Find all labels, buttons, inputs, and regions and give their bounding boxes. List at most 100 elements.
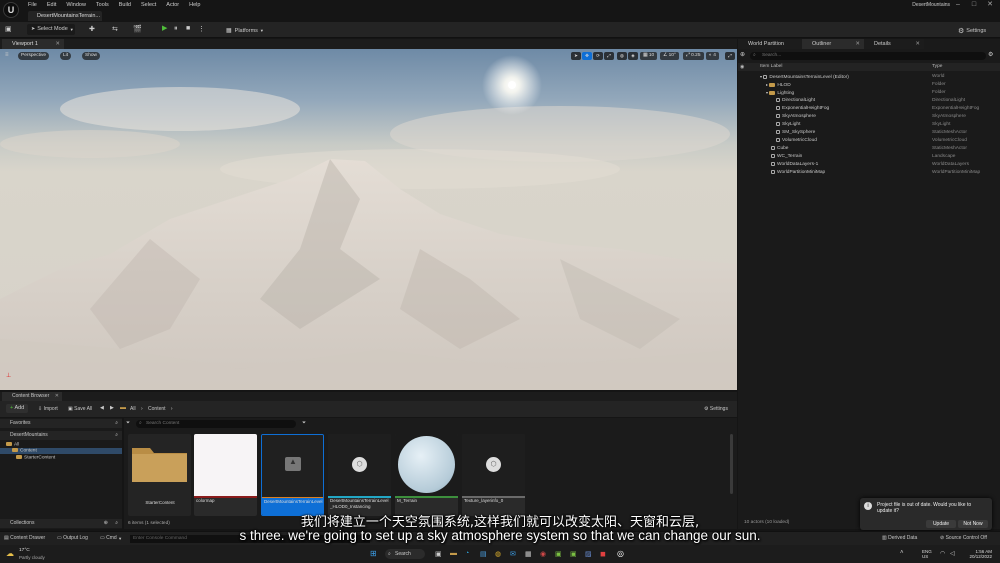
grid-snap-button[interactable]: ▦ 10 — [640, 52, 658, 60]
forward-icon[interactable]: ▶ — [110, 405, 114, 411]
folder-icon[interactable]: ▬ — [120, 405, 126, 411]
select-tool-icon[interactable]: ➤ — [571, 52, 581, 60]
tab-outliner[interactable]: Outliner ✕ — [802, 39, 864, 49]
scrollbar[interactable] — [730, 434, 733, 494]
project-header[interactable]: DesertMountains ⌕ — [0, 431, 122, 440]
tree-item-all[interactable]: All — [6, 442, 19, 447]
angle-snap-button[interactable]: ∠ 10° — [660, 52, 679, 60]
search-icon[interactable]: ⌕ — [115, 419, 118, 428]
save-icon[interactable]: ▣ — [5, 25, 12, 33]
add-button[interactable]: + Add — [6, 404, 29, 413]
filter-icon[interactable]: ⏷ — [126, 420, 130, 426]
favorites-header[interactable]: Favorites ⌕ — [0, 419, 122, 428]
blueprint-icon[interactable]: ⇆ — [112, 25, 118, 33]
outliner-row[interactable]: SM_SkySphere StaticMeshActor — [738, 129, 1000, 137]
close-icon[interactable]: ✕ — [855, 39, 860, 49]
close-icon[interactable]: ✕ — [982, 0, 998, 10]
file-explorer-icon[interactable]: ▬ — [450, 550, 457, 557]
wifi-icon[interactable]: ◠ — [940, 550, 945, 557]
outliner-row[interactable]: ▾ Lighting Folder — [738, 89, 1000, 97]
outliner-search-input[interactable]: ⌕ Search... — [750, 52, 986, 60]
app-icon[interactable]: ▨ — [585, 550, 592, 558]
surface-snap-icon[interactable]: ◈ — [628, 52, 638, 60]
outliner-row[interactable]: WorldDataLayers-1 WorldDataLayers — [738, 161, 1000, 169]
cinematics-icon[interactable]: 🎬 — [133, 25, 142, 33]
app-icon[interactable]: ▣ — [555, 550, 562, 558]
settings-button[interactable]: ⚙ Settings — [958, 25, 986, 36]
outliner-row[interactable]: ▾ DesertMountainsTerrainLevel (Editor) Wo… — [738, 73, 1000, 81]
filter-options-icon[interactable]: ⏷ — [302, 420, 306, 426]
import-button[interactable]: ⇩ Import — [38, 406, 58, 412]
menu-actor[interactable]: Actor — [166, 2, 179, 8]
windows-start-icon[interactable]: ⊞ — [370, 549, 377, 558]
content-browser-tab[interactable]: Content Browser ✕ — [2, 392, 62, 401]
back-icon[interactable]: ◀ — [100, 405, 104, 411]
asset-tile[interactable]: StarterContent — [128, 434, 191, 516]
app-icon[interactable]: ▣ — [570, 550, 577, 558]
play-options-icon[interactable]: ⋮ — [198, 25, 205, 33]
rotate-tool-icon[interactable]: ⟳ — [593, 52, 603, 60]
outliner-row[interactable]: SkyLight SkyLight — [738, 121, 1000, 129]
outliner-row[interactable]: SkyAtmosphere SkyAtmosphere — [738, 113, 1000, 121]
weather-icon[interactable]: ☁ — [6, 549, 14, 558]
level-viewport[interactable]: ≡ Perspective Lit Show ➤ ✥ ⟳ ⤢ ◍ ◈ ▦ 10 … — [0, 49, 737, 390]
outliner-row[interactable]: VolumetricCloud VolumetricCloud — [738, 137, 1000, 145]
tab-world-partition[interactable]: World Partition — [738, 39, 802, 49]
close-icon[interactable]: ✕ — [55, 392, 59, 401]
maximize-viewport-icon[interactable]: ⤢ — [725, 52, 735, 60]
menu-select[interactable]: Select — [141, 2, 156, 8]
col-item-label[interactable]: Item Label — [760, 63, 782, 71]
menu-file[interactable]: File — [28, 2, 37, 8]
menu-tools[interactable]: Tools — [96, 2, 109, 8]
menu-window[interactable]: Window — [66, 2, 86, 8]
add-icon[interactable]: ⊕ — [740, 51, 745, 58]
outliner-row[interactable]: ▸ HLOD Folder — [738, 81, 1000, 89]
tab-details[interactable]: Details ✕ — [864, 39, 924, 49]
menu-edit[interactable]: Edit — [47, 2, 56, 8]
menu-build[interactable]: Build — [119, 2, 131, 8]
expand-icon[interactable]: ▾ — [766, 89, 768, 97]
unreal-taskbar-icon[interactable]: ◎ — [617, 549, 624, 558]
expand-icon[interactable]: ▸ — [766, 81, 768, 89]
asset-tile[interactable]: colormap — [194, 434, 257, 516]
volume-icon[interactable]: ◁ — [950, 550, 955, 557]
col-type[interactable]: Type — [932, 63, 942, 71]
lit-button[interactable]: Lit — [60, 52, 72, 60]
language-indicator[interactable]: ENG US — [922, 549, 932, 559]
taskbar-search[interactable]: ⌕ Search — [385, 549, 425, 559]
settings-gear-icon[interactable]: ⚙ — [988, 51, 993, 58]
expand-icon[interactable]: ▾ — [760, 73, 762, 81]
asset-tile[interactable]: ⬡ DesertMountainsTerrainLevel_HLOD0_Inst… — [328, 434, 391, 516]
translate-tool-icon[interactable]: ✥ — [582, 52, 592, 60]
outliner-row[interactable]: WorldPartitionMiniMap WorldPartitionMiniM… — [738, 169, 1000, 177]
app-icon[interactable]: ◼ — [600, 550, 606, 558]
close-icon[interactable]: ✕ — [915, 39, 920, 49]
task-view-icon[interactable]: ▣ — [435, 550, 442, 558]
select-mode-dropdown[interactable]: ➤ Select Mode ▼ — [27, 24, 75, 35]
breadcrumb-all[interactable]: All — [130, 406, 136, 412]
chrome-icon[interactable]: ◍ — [495, 550, 501, 558]
stop-icon[interactable]: ■ — [186, 25, 190, 32]
store-icon[interactable]: ▤ — [480, 550, 487, 558]
save-all-button[interactable]: ▣ Save All — [68, 406, 92, 412]
outliner-row[interactable]: DirectionalLight DirectionalLight — [738, 97, 1000, 105]
world-space-icon[interactable]: ◍ — [617, 52, 627, 60]
clock[interactable]: 1:56 AM 20/12/2022 — [962, 549, 992, 559]
content-search-input[interactable]: ⌕ Search Content — [136, 420, 296, 428]
level-tab[interactable]: DesertMountainsTerrain... — [28, 11, 102, 21]
search-icon[interactable]: ⌕ — [115, 431, 118, 440]
edge-icon[interactable]: ◔ — [465, 550, 469, 557]
pause-icon[interactable]: ⏸ — [174, 25, 178, 33]
close-icon[interactable]: ✕ — [55, 39, 60, 49]
add-actor-icon[interactable]: ✚ — [89, 25, 95, 33]
outliner-row[interactable]: Cube StaticMeshActor — [738, 145, 1000, 153]
app-icon[interactable]: ◉ — [540, 550, 546, 558]
app-icon[interactable]: ▦ — [525, 550, 532, 558]
platforms-button[interactable]: ▦ Platforms ▼ — [226, 25, 264, 36]
hamburger-icon[interactable]: ≡ — [5, 52, 9, 58]
perspective-button[interactable]: Perspective — [18, 52, 50, 60]
tree-item-startercontent[interactable]: StarterContent — [16, 455, 55, 460]
play-icon[interactable]: ▶ — [162, 24, 167, 32]
outliner-row[interactable]: ExponentialHeightFog ExponentialHeightFog — [738, 105, 1000, 113]
mail-icon[interactable]: ✉ — [510, 550, 516, 558]
